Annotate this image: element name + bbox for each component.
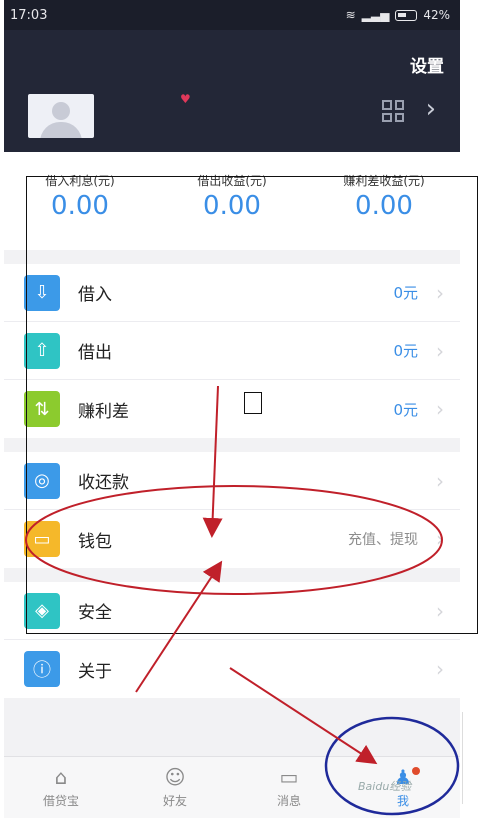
stat-value: 0.00 xyxy=(51,191,109,221)
moneybag-icon: ◎ xyxy=(24,462,60,499)
menu-item-value: 充值、提现 xyxy=(348,532,418,548)
chevron-right-icon: › xyxy=(436,527,444,551)
home-icon: ⌂ xyxy=(54,765,68,789)
menu-item-label: 关于 xyxy=(78,661,112,682)
chevron-right-icon: › xyxy=(436,280,444,305)
phone-screen: 17:03 ≋ ▂▃▅ 42% 设置 ♥ › 借入利息(元) 0.00 借出收益… xyxy=(4,0,460,818)
menu-item-label: 安全 xyxy=(78,603,112,623)
stat-label: 借出收益(元) xyxy=(197,174,267,188)
stat-value: 0.00 xyxy=(203,191,261,221)
notification-dot xyxy=(412,767,420,775)
chevron-right-icon: › xyxy=(436,338,444,363)
chevron-right-icon: › xyxy=(436,397,444,421)
status-time: 17:03 xyxy=(10,7,48,23)
watermark: Baidu经验 xyxy=(358,780,412,793)
stat-spread-income: 赚利差收益(元) 0.00 xyxy=(308,172,460,250)
menu-item-label: 收还款 xyxy=(78,473,129,493)
chevron-right-icon: › xyxy=(436,598,444,623)
menu-item-spread[interactable]: ⇅ 赚利差 0元 › xyxy=(4,380,460,438)
menu-item-about[interactable]: ⓘ 关于 › xyxy=(4,640,460,698)
menu-item-value: 0元 xyxy=(393,342,418,360)
stat-lend-income: 借出收益(元) 0.00 xyxy=(156,172,308,250)
menu-item-wallet[interactable]: ▭ 钱包 充值、提现 › xyxy=(4,510,460,568)
tab-label: 借贷宝 xyxy=(42,794,79,808)
menu-item-label: 借出 xyxy=(78,343,112,363)
tab-label: 好友 xyxy=(162,794,187,808)
menu-item-label: 赚利差 xyxy=(78,401,129,422)
battery-icon xyxy=(395,9,418,21)
menu-item-label: 借入 xyxy=(78,285,112,305)
tab-friends[interactable]: ☺ 好友 xyxy=(118,757,232,818)
divider xyxy=(4,250,460,264)
stat-borrow-interest: 借入利息(元) 0.00 xyxy=(4,172,156,250)
status-bar: 17:03 ≋ ▂▃▅ 42% xyxy=(4,0,460,30)
stat-value: 0.00 xyxy=(355,191,413,221)
menu-group-wallet: ◎ 收还款 › ▭ 钱包 充值、提现 › xyxy=(4,452,460,568)
download-icon: ⇩ xyxy=(24,274,60,311)
avatar-head-icon xyxy=(52,102,70,120)
earnings-summary: 借入利息(元) 0.00 借出收益(元) 0.00 赚利差收益(元) 0.00 xyxy=(4,152,460,250)
menu-item-label: 钱包 xyxy=(78,531,112,552)
menu-item-borrow[interactable]: ⇩ 借入 0元 › xyxy=(4,264,460,322)
tab-label: 消息 xyxy=(276,794,301,808)
divider xyxy=(4,568,460,582)
menu-item-lend[interactable]: ⇧ 借出 0元 › xyxy=(4,322,460,380)
upload-icon: ⇧ xyxy=(24,332,60,369)
chevron-right-icon: › xyxy=(436,657,444,681)
menu-item-value: 0元 xyxy=(393,400,418,419)
settings-button[interactable]: 设置 xyxy=(410,52,444,77)
avatar-body-icon xyxy=(40,122,82,138)
info-icon: ⓘ xyxy=(24,651,60,687)
menu-group-account: ◈ 安全 › ⓘ 关于 › xyxy=(4,582,460,698)
stat-label: 借入利息(元) xyxy=(45,174,115,188)
wifi-icon: ≋ xyxy=(345,8,356,22)
menu-item-repayment[interactable]: ◎ 收还款 › xyxy=(4,452,460,510)
exchange-icon: ⇅ xyxy=(24,391,60,427)
chevron-right-icon[interactable]: › xyxy=(426,94,436,124)
battery-level: 42% xyxy=(423,8,450,22)
tab-messages[interactable]: ▭ 消息 xyxy=(232,757,346,818)
signal-icon: ▂▃▅ xyxy=(361,8,390,22)
avatar[interactable] xyxy=(28,94,94,138)
stat-label: 赚利差收益(元) xyxy=(343,174,425,188)
chevron-right-icon: › xyxy=(436,468,444,493)
tab-label: 我 xyxy=(396,794,409,808)
side-panel xyxy=(462,712,480,804)
status-icons: ≋ ▂▃▅ 42% xyxy=(346,8,450,22)
wallet-icon: ▭ xyxy=(24,521,60,557)
message-icon: ▭ xyxy=(279,765,299,789)
menu-item-value: 0元 xyxy=(393,284,418,302)
profile-header: 设置 ♥ › xyxy=(4,30,460,152)
tab-home[interactable]: ⌂ 借贷宝 xyxy=(4,757,118,818)
menu-item-security[interactable]: ◈ 安全 › xyxy=(4,582,460,640)
friends-icon: ☺ xyxy=(164,765,186,789)
divider xyxy=(4,438,460,452)
qr-code-icon[interactable] xyxy=(382,100,404,122)
annotation-small-box xyxy=(244,392,262,414)
shield-icon: ◈ xyxy=(24,592,60,629)
heart-icon: ♥ xyxy=(180,92,191,106)
menu-group-loans: ⇩ 借入 0元 › ⇧ 借出 0元 › ⇅ 赚利差 0元 › xyxy=(4,264,460,438)
